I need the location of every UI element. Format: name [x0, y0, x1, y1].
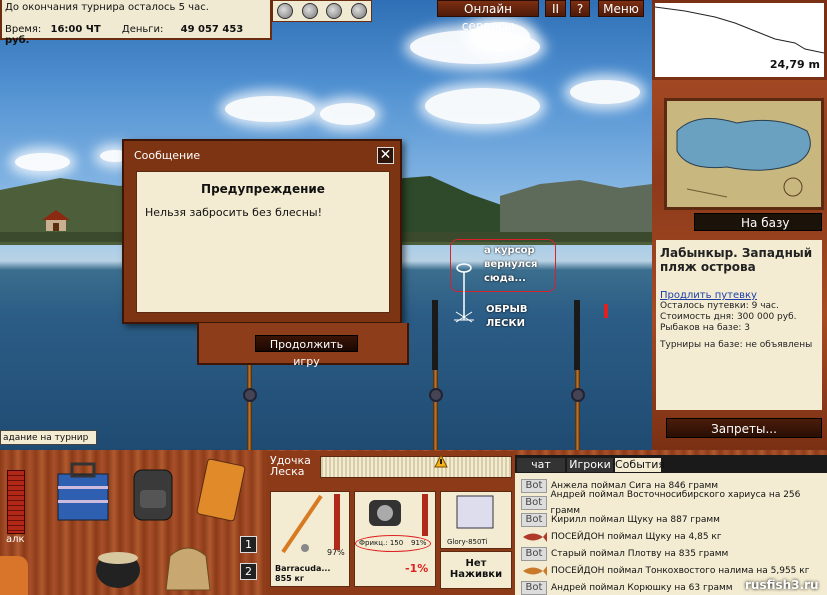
tab-players[interactable]: Игроки	[567, 458, 613, 472]
hook-slots	[272, 0, 372, 22]
menu-button[interactable]: Меню	[598, 0, 644, 17]
message-dialog: Сообщение ✕ Предупреждение Нельзя заброс…	[122, 139, 402, 324]
lure-icon	[456, 495, 494, 529]
cloud	[425, 88, 540, 124]
annotation-cursor: а курсор вернулся сюда...	[484, 245, 538, 284]
reel-icon	[571, 388, 585, 402]
dialog-body: Предупреждение Нельзя забросить без блес…	[136, 171, 390, 313]
time-value: 16:00 ЧТ	[50, 24, 101, 35]
annotation-ellipse	[355, 535, 431, 552]
fishing-rod[interactable]	[433, 370, 438, 450]
help-button[interactable]: ?	[570, 0, 590, 17]
annotation-line-break: ОБРЫВ ЛЕСКИ	[486, 304, 528, 329]
notebook-icon[interactable]	[194, 458, 246, 524]
tab-chat[interactable]: чат	[517, 458, 565, 472]
tackle-box-icon[interactable]	[54, 460, 112, 524]
continue-game-button[interactable]: Продолжить игру	[255, 335, 358, 368]
fishing-rod[interactable]	[575, 370, 580, 450]
extend-permit-link[interactable]: Продлить путевку	[660, 290, 818, 301]
online-services-button[interactable]: Онлайн сервисы	[437, 0, 539, 33]
list-item: Bot Андрей поймал Корюшку на 63 грамм	[521, 580, 733, 595]
tournament-notice: До окончания турнира осталось 5 час.	[5, 2, 209, 13]
location-info: Лабынкыр. Западный пляж острова Продлить…	[656, 240, 822, 410]
cloud	[570, 80, 640, 104]
alcohol-label: алк	[6, 534, 25, 545]
tackle-labels: Удочка Леска	[270, 454, 311, 478]
restrictions-button[interactable]: Запреты...	[666, 418, 822, 438]
hook-icon[interactable]	[277, 3, 294, 19]
time-money-row: Время: 16:00 ЧТ Деньги: 49 057 453 руб.	[5, 24, 244, 46]
tab-events[interactable]: События	[615, 458, 665, 472]
slot-1[interactable]: 1	[240, 536, 257, 553]
dialog-heading: Предупреждение	[201, 182, 325, 196]
sack-icon[interactable]	[160, 536, 216, 594]
rod-wear-bar	[334, 494, 340, 550]
lake-map[interactable]	[664, 98, 824, 210]
cursor-marker-icon	[454, 263, 474, 323]
list-item: Bot Кирилл поймал Щуку на 887 грамм	[521, 512, 720, 528]
reel-wear-bar	[422, 494, 428, 536]
bait-slot[interactable]: Нет Наживки	[440, 551, 512, 589]
lure-slot[interactable]: Glory-850Ti	[440, 491, 512, 549]
float-icon	[604, 304, 608, 318]
pause-button[interactable]: II	[545, 0, 566, 17]
cloud	[225, 96, 315, 122]
continue-panel: Продолжить игру	[197, 323, 409, 368]
reel-icon	[429, 388, 443, 402]
hook-icon[interactable]	[301, 3, 318, 19]
pot-icon[interactable]	[92, 536, 144, 592]
alcohol-meter	[7, 470, 25, 534]
bucket-icon[interactable]	[0, 556, 28, 595]
close-icon[interactable]: ✕	[377, 147, 394, 164]
house-icon	[42, 210, 70, 231]
tournament-task-tab[interactable]: адание на турнир	[0, 430, 97, 445]
map-graphic	[667, 101, 821, 207]
cloud	[320, 103, 375, 125]
status-panel: До окончания турнира осталось 5 час. Вре…	[0, 0, 272, 46]
hook-icon[interactable]	[350, 3, 367, 19]
reel-icon	[243, 388, 257, 402]
watermark: rusfish3.ru	[745, 578, 819, 592]
dialog-message: Нельзя забросить без блесны!	[145, 206, 322, 219]
depth-value: 24,79 m	[769, 58, 820, 71]
go-to-base-button[interactable]: На базу	[694, 213, 822, 231]
hook-icon[interactable]	[326, 3, 343, 19]
warning-icon	[434, 454, 448, 468]
rod-tip	[432, 300, 438, 370]
rod-tip	[574, 300, 580, 370]
list-item: ПОСЕЙДОН поймал Тонкохвостого налима на …	[521, 563, 809, 579]
dialog-title: Сообщение	[134, 149, 201, 162]
list-item: ПОСЕЙДОН поймал Щуку на 4,85 кг	[521, 529, 722, 545]
tension-bar	[320, 456, 512, 478]
list-item: Bot Андрей поймал Восточносибирского хари…	[521, 490, 827, 516]
slot-2[interactable]: 2	[240, 563, 257, 580]
fish-icon	[523, 566, 547, 576]
backpack-icon[interactable]	[130, 460, 176, 524]
depth-profile: 24,79 m	[652, 0, 827, 80]
fishing-rod[interactable]	[247, 365, 252, 450]
list-item: Bot Старый поймал Плотву на 835 грамм	[521, 546, 728, 562]
fish-icon	[523, 532, 547, 542]
location-title: Лабынкыр. Западный пляж острова	[660, 246, 813, 274]
